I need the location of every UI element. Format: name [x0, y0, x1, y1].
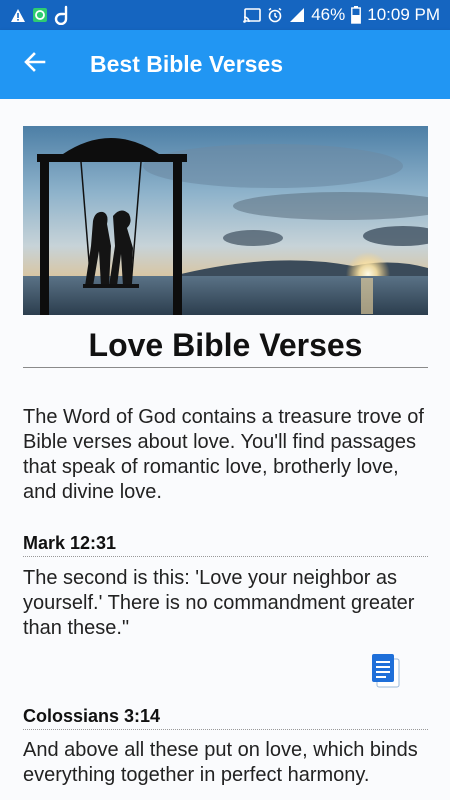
app-bar: Best Bible Verses: [0, 30, 450, 99]
verse-text: And above all these put on love, which b…: [23, 739, 418, 786]
clock: 10:09 PM: [367, 5, 440, 24]
title-divider: [23, 367, 428, 368]
battery-percent: 46%: [311, 5, 346, 24]
battery-icon: [351, 6, 362, 24]
warning-icon: [10, 8, 26, 23]
verse-text: The second is this: 'Love your neighbor …: [23, 567, 415, 639]
hero-image: [23, 126, 428, 315]
verse-reference: Mark 12:31: [23, 533, 117, 553]
copy-verse-button[interactable]: [371, 653, 401, 689]
cast-icon: [243, 7, 262, 23]
copy-icon: [371, 654, 401, 693]
app-title: Best Bible Verses: [90, 51, 284, 77]
signal-icon: [289, 7, 305, 23]
page-title: Love Bible Verses: [88, 327, 363, 363]
alarm-icon: [267, 7, 283, 23]
article-content[interactable]: Love Bible Verses The Word of God contai…: [0, 99, 450, 800]
verse-reference: Colossians 3:14: [23, 706, 161, 726]
app-icon: [32, 7, 48, 23]
arrow-back-icon: [24, 52, 46, 77]
verse-divider: [23, 729, 428, 730]
verse-divider: [23, 556, 428, 557]
back-button[interactable]: [0, 30, 70, 99]
intro-text: The Word of God contains a treasure trov…: [23, 406, 424, 503]
d-icon: [54, 5, 72, 25]
status-bar: 46% 10:09 PM: [0, 0, 450, 30]
